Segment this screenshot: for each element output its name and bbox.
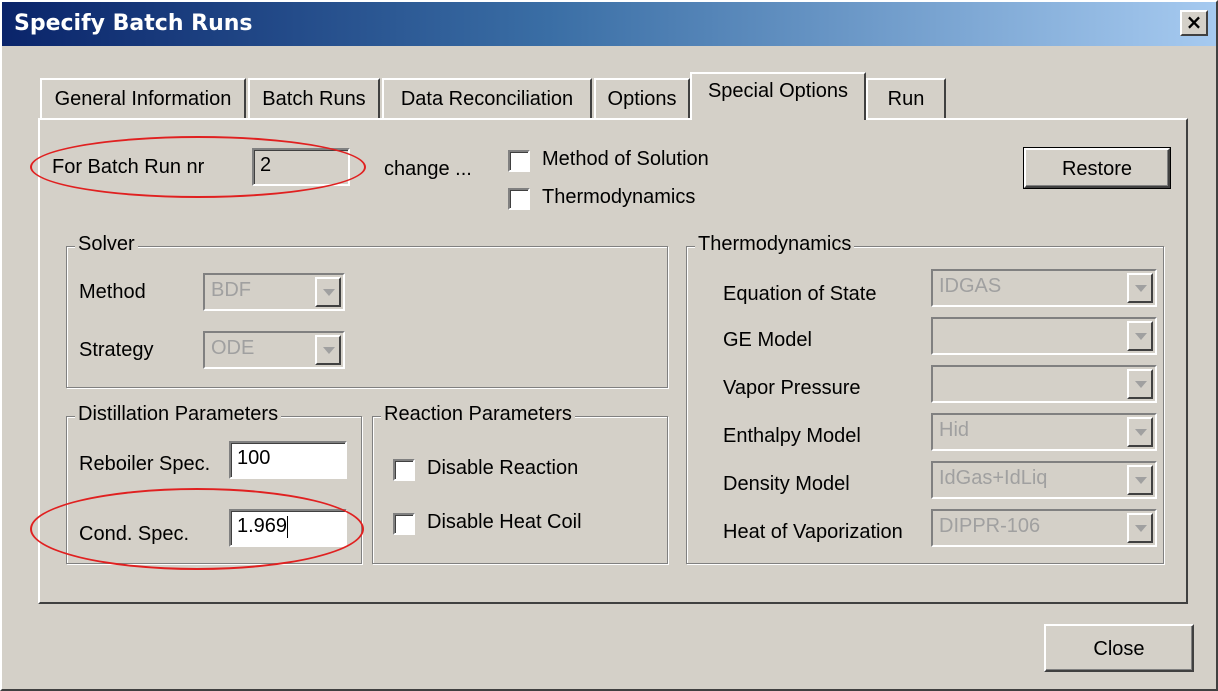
solver-group-title: Solver — [75, 233, 138, 256]
vapor-pressure-select[interactable] — [931, 365, 1157, 403]
equation-of-state-label: Equation of State — [723, 283, 877, 305]
annotation-ellipse-batch-run — [30, 136, 366, 198]
chevron-down-icon[interactable] — [1127, 321, 1153, 351]
ge-model-label: GE Model — [723, 329, 812, 351]
thermodynamics-checkbox[interactable] — [508, 188, 530, 210]
method-select[interactable]: BDF — [203, 273, 345, 311]
enthalpy-model-select[interactable]: Hid — [931, 413, 1157, 451]
strategy-value: ODE — [211, 337, 255, 359]
chevron-down-icon[interactable] — [1127, 369, 1153, 399]
annotation-ellipse-cond-spec — [30, 488, 364, 570]
chevron-down-icon[interactable] — [1127, 273, 1153, 303]
equation-of-state-value: IDGAS — [939, 275, 1002, 297]
chevron-down-icon[interactable] — [1127, 513, 1153, 543]
tab-data-reconciliation[interactable]: Data Reconciliation — [382, 78, 592, 118]
method-of-solution-label: Method of Solution — [542, 148, 709, 170]
thermodynamics-option-label: Thermodynamics — [542, 186, 696, 208]
method-label: Method — [79, 281, 146, 303]
vapor-pressure-label: Vapor Pressure — [723, 377, 861, 399]
method-value: BDF — [211, 279, 251, 301]
close-button[interactable]: Close — [1044, 624, 1194, 672]
method-of-solution-checkbox[interactable] — [508, 150, 530, 172]
dialog-window: Specify Batch Runs × General Information… — [0, 0, 1218, 691]
strategy-label: Strategy — [79, 339, 154, 361]
change-label: change ... — [384, 158, 472, 180]
ge-model-select[interactable] — [931, 317, 1157, 355]
heat-of-vaporization-label: Heat of Vaporization — [723, 521, 903, 543]
chevron-down-icon[interactable] — [315, 335, 341, 365]
tab-special-options[interactable]: Special Options — [690, 72, 866, 120]
title-bar[interactable]: Specify Batch Runs × — [2, 2, 1216, 46]
chevron-down-icon[interactable] — [1127, 465, 1153, 495]
disable-heat-coil-label: Disable Heat Coil — [427, 511, 582, 533]
disable-reaction-label: Disable Reaction — [427, 457, 579, 479]
window-title: Specify Batch Runs — [14, 11, 253, 36]
thermodynamics-group: Thermodynamics Equation of State IDGAS G… — [686, 233, 1164, 564]
close-icon[interactable]: × — [1180, 10, 1208, 36]
equation-of-state-select[interactable]: IDGAS — [931, 269, 1157, 307]
distillation-group-title: Distillation Parameters — [75, 403, 282, 426]
enthalpy-model-label: Enthalpy Model — [723, 425, 861, 447]
tab-general-information[interactable]: General Information — [40, 78, 246, 118]
strategy-select[interactable]: ODE — [203, 331, 345, 369]
chevron-down-icon[interactable] — [1127, 417, 1153, 447]
enthalpy-model-value: Hid — [939, 419, 970, 441]
tab-batch-runs[interactable]: Batch Runs — [248, 78, 380, 118]
thermodynamics-group-title: Thermodynamics — [695, 233, 855, 256]
reboiler-spec-input[interactable]: 100 — [229, 441, 347, 479]
restore-button[interactable]: Restore — [1023, 147, 1171, 189]
tab-options[interactable]: Options — [594, 78, 690, 118]
density-model-label: Density Model — [723, 473, 850, 495]
heat-of-vaporization-select[interactable]: DIPPR-106 — [931, 509, 1157, 547]
disable-heat-coil-checkbox[interactable] — [393, 513, 415, 535]
reaction-group-title: Reaction Parameters — [381, 403, 575, 426]
chevron-down-icon[interactable] — [315, 277, 341, 307]
reaction-group: Reaction Parameters Disable Reaction Dis… — [372, 403, 668, 564]
tab-run[interactable]: Run — [866, 78, 946, 118]
heat-of-vaporization-value: DIPPR-106 — [939, 515, 1041, 537]
density-model-value: IdGas+IdLiq — [939, 467, 1048, 489]
reboiler-spec-label: Reboiler Spec. — [79, 453, 211, 475]
solver-group: Solver Method BDF Strategy ODE — [66, 233, 668, 388]
density-model-select[interactable]: IdGas+IdLiq — [931, 461, 1157, 499]
disable-reaction-checkbox[interactable] — [393, 459, 415, 481]
